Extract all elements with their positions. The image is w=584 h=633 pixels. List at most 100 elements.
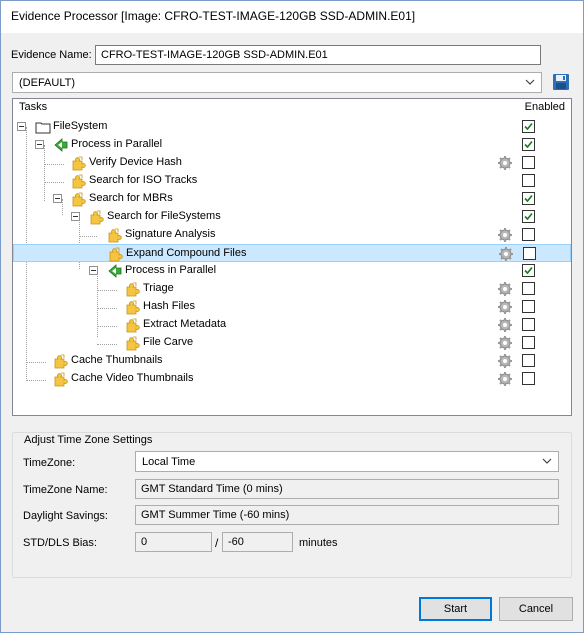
task-row[interactable]: File Carve <box>13 334 571 352</box>
parallel-process-icon <box>53 137 69 153</box>
task-label: Cache Thumbnails <box>71 354 163 366</box>
enabled-checkbox[interactable] <box>522 228 535 241</box>
daylight-savings-label: Daylight Savings: <box>23 510 108 522</box>
gear-icon[interactable] <box>497 227 513 243</box>
gear-icon[interactable] <box>497 353 513 369</box>
std-bias-field[interactable]: 0 <box>135 532 212 552</box>
gear-icon[interactable] <box>497 371 513 387</box>
collapse-toggle[interactable] <box>17 122 26 131</box>
tasks-column-header: Tasks <box>19 101 48 113</box>
task-row[interactable]: Signature Analysis <box>13 226 571 244</box>
task-label: Search for MBRs <box>89 192 173 204</box>
task-row[interactable]: Expand Compound Files <box>13 244 571 262</box>
enabled-checkbox[interactable] <box>522 138 535 151</box>
start-button[interactable]: Start <box>419 597 492 621</box>
cancel-button[interactable]: Cancel <box>499 597 573 621</box>
timezone-name-label: TimeZone Name: <box>23 484 108 496</box>
task-row[interactable]: FileSystem <box>13 118 571 136</box>
enabled-column-header: Enabled <box>524 101 565 113</box>
task-row[interactable]: Cache Thumbnails <box>13 352 571 370</box>
enabled-checkbox[interactable] <box>522 174 535 187</box>
puzzle-piece-icon <box>53 353 69 369</box>
enabled-checkbox[interactable] <box>522 120 535 133</box>
std-dls-bias-label: STD/DLS Bias: <box>23 537 97 549</box>
evidence-name-field[interactable]: CFRO-TEST-IMAGE-120GB SSD-ADMIN.E01 <box>95 45 541 65</box>
collapse-toggle[interactable] <box>53 194 62 203</box>
gear-icon[interactable] <box>497 335 513 351</box>
puzzle-piece-icon <box>53 371 69 387</box>
task-row[interactable]: Process in Parallel <box>13 136 571 154</box>
puzzle-piece-icon <box>89 209 105 225</box>
timezone-group-title: Adjust Time Zone Settings <box>22 434 155 446</box>
enabled-checkbox[interactable] <box>522 336 535 349</box>
puzzle-piece-icon <box>108 246 124 262</box>
enabled-checkbox[interactable] <box>522 210 535 223</box>
enabled-checkbox[interactable] <box>522 354 535 367</box>
daylight-savings-field[interactable]: GMT Summer Time (-60 mins) <box>135 505 559 525</box>
collapse-toggle[interactable] <box>71 212 80 221</box>
timezone-name-field[interactable]: GMT Standard Time (0 mins) <box>135 479 559 499</box>
task-row[interactable]: Cache Video Thumbnails <box>13 370 571 388</box>
task-row[interactable]: Verify Device Hash <box>13 154 571 172</box>
task-row[interactable]: Search for FileSystems <box>13 208 571 226</box>
save-profile-button[interactable] <box>549 71 573 93</box>
tasks-tree[interactable]: Tasks Enabled FileSystem Process in Paral… <box>12 98 572 416</box>
task-label: Triage <box>143 282 174 294</box>
task-label: Search for FileSystems <box>107 210 221 222</box>
task-row[interactable]: Process in Parallel <box>13 262 571 280</box>
gear-icon[interactable] <box>498 246 514 262</box>
collapse-toggle[interactable] <box>35 140 44 149</box>
profile-select[interactable]: (DEFAULT) <box>12 72 542 93</box>
task-label: File Carve <box>143 336 194 348</box>
enabled-checkbox[interactable] <box>522 282 535 295</box>
puzzle-piece-icon <box>71 191 87 207</box>
gear-icon[interactable] <box>497 281 513 297</box>
window-title: Evidence Processor [Image: CFRO-TEST-IMA… <box>1 1 583 33</box>
puzzle-piece-icon <box>107 227 123 243</box>
timezone-label: TimeZone: <box>23 457 76 469</box>
profile-select-value: (DEFAULT) <box>19 77 76 89</box>
enabled-checkbox[interactable] <box>522 264 535 277</box>
puzzle-piece-icon <box>125 299 141 315</box>
save-icon <box>553 74 569 90</box>
task-row[interactable]: Search for ISO Tracks <box>13 172 571 190</box>
parallel-process-icon <box>107 263 123 279</box>
task-label: FileSystem <box>53 120 108 132</box>
collapse-toggle[interactable] <box>89 266 98 275</box>
task-row[interactable]: Hash Files <box>13 298 571 316</box>
bias-unit-label: minutes <box>299 537 338 549</box>
task-row[interactable]: Triage <box>13 280 571 298</box>
evidence-name-label: Evidence Name: <box>11 49 92 61</box>
puzzle-piece-icon <box>125 281 141 297</box>
gear-icon[interactable] <box>497 317 513 333</box>
puzzle-piece-icon <box>71 155 87 171</box>
task-label: Cache Video Thumbnails <box>71 372 194 384</box>
bias-separator: / <box>215 536 219 550</box>
enabled-checkbox[interactable] <box>522 300 535 313</box>
puzzle-piece-icon <box>125 317 141 333</box>
task-row[interactable]: Search for MBRs <box>13 190 571 208</box>
enabled-checkbox[interactable] <box>522 372 535 385</box>
enabled-checkbox[interactable] <box>522 156 535 169</box>
enabled-checkbox[interactable] <box>522 318 535 331</box>
gear-icon[interactable] <box>497 155 513 171</box>
puzzle-piece-icon <box>125 335 141 351</box>
timezone-select[interactable]: Local Time <box>135 451 559 472</box>
evidence-processor-window: Evidence Processor [Image: CFRO-TEST-IMA… <box>0 0 584 633</box>
task-row[interactable]: Extract Metadata <box>13 316 571 334</box>
task-label: Expand Compound Files <box>126 247 247 259</box>
enabled-checkbox[interactable] <box>522 192 535 205</box>
task-label: Hash Files <box>143 300 195 312</box>
gear-icon[interactable] <box>497 299 513 315</box>
enabled-checkbox[interactable] <box>523 247 536 260</box>
task-label: Process in Parallel <box>125 264 217 276</box>
task-label: Search for ISO Tracks <box>89 174 198 186</box>
chevron-down-icon <box>525 79 535 85</box>
dls-bias-field[interactable]: -60 <box>222 532 293 552</box>
task-label: Verify Device Hash <box>89 156 182 168</box>
task-label: Extract Metadata <box>143 318 227 330</box>
folder-icon <box>35 119 51 135</box>
task-label: Signature Analysis <box>125 228 216 240</box>
puzzle-piece-icon <box>71 173 87 189</box>
task-label: Process in Parallel <box>71 138 163 150</box>
